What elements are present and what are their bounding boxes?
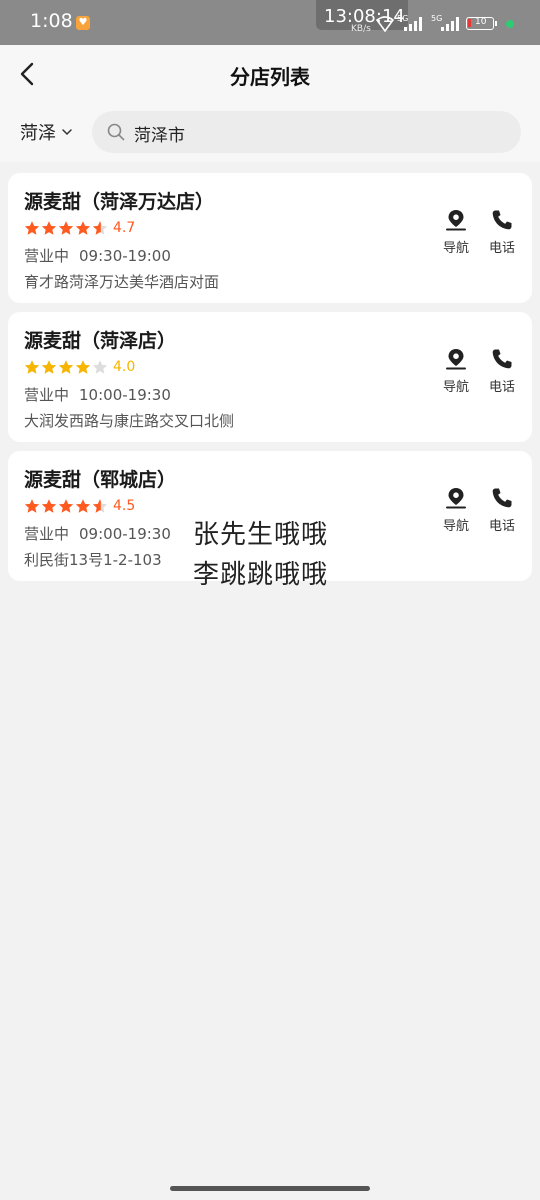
- search-icon: [107, 123, 125, 141]
- call-button[interactable]: 电话: [480, 209, 524, 259]
- star-icon: [58, 499, 74, 513]
- store-address: 利民街13号1-2-103: [24, 551, 162, 569]
- status-time: 1:08: [30, 10, 73, 32]
- call-label: 电话: [488, 241, 515, 256]
- call-button[interactable]: 电话: [480, 487, 524, 537]
- business-hours: 营业中 09:30-19:00: [24, 245, 171, 266]
- star-icon: [92, 499, 108, 513]
- hours-range: 10:00-19:30: [79, 386, 171, 404]
- call-label: 电话: [488, 519, 515, 534]
- business-hours: 营业中 10:00-19:30: [24, 384, 171, 405]
- phone-icon: [492, 488, 512, 508]
- overlay-text-line-2: 李跳跳哦哦: [193, 560, 329, 590]
- call-button[interactable]: 电话: [480, 348, 524, 398]
- star-icon: [75, 499, 91, 513]
- star-icon: [58, 221, 74, 235]
- rating-value: 4.0: [113, 359, 136, 375]
- star-icon: [41, 499, 57, 513]
- store-card[interactable]: 源麦甜（菏泽店） 4.0 营业中 10:00-19:30 大润发西路与康庄路交叉口…: [8, 312, 532, 442]
- map-pin-icon: [446, 210, 466, 231]
- page-title: 分店列表: [230, 65, 310, 89]
- call-label: 电话: [488, 380, 515, 395]
- store-name: 源麦甜（菏泽万达店）: [24, 191, 215, 213]
- rating-stars: 4.5: [24, 496, 135, 516]
- network-speed-unit: KB/s: [351, 24, 371, 34]
- star-icon: [58, 360, 74, 374]
- rating-value: 4.5: [113, 498, 136, 514]
- signal-icon-1: [404, 17, 426, 31]
- chevron-down-icon: [62, 129, 72, 136]
- rating-stars: 4.0: [24, 357, 135, 377]
- star-icon: [75, 221, 91, 235]
- header: 分店列表 菏泽: [0, 45, 540, 162]
- wifi-icon: [376, 16, 394, 32]
- privacy-indicator-dot: [506, 20, 514, 28]
- battery-level-text: 10: [475, 17, 487, 27]
- business-hours: 营业中 09:00-19:30: [24, 523, 171, 544]
- map-pin-icon: [446, 488, 466, 509]
- star-icon: [41, 360, 57, 374]
- navigate-label: 导航: [442, 519, 469, 534]
- city-label: 菏泽: [20, 123, 56, 144]
- open-status: 营业中: [24, 247, 70, 265]
- navigate-button[interactable]: 导航: [434, 487, 478, 537]
- star-icon: [92, 221, 108, 235]
- store-name: 源麦甜（郓城店）: [24, 469, 177, 491]
- status-bar: 1:08 ♥ 13:08:14 KB/s 5G 5G 10: [0, 0, 540, 45]
- signal-icon-2: [441, 17, 461, 31]
- battery-icon: 10: [466, 17, 494, 30]
- star-icon: [41, 221, 57, 235]
- hours-range: 09:30-19:00: [79, 247, 171, 265]
- map-pin-icon: [446, 349, 466, 370]
- star-icon: [24, 221, 40, 235]
- open-status: 营业中: [24, 525, 70, 543]
- star-icon: [24, 499, 40, 513]
- rating-value: 4.7: [113, 220, 136, 236]
- navigate-label: 导航: [442, 380, 469, 395]
- rating-stars: 4.7: [24, 218, 135, 238]
- star-icon: [92, 360, 108, 374]
- phone-icon: [492, 349, 512, 369]
- overlay-text-line-1: 张先生哦哦: [193, 520, 329, 550]
- phone-icon: [492, 210, 512, 230]
- store-card[interactable]: 源麦甜（菏泽万达店） 4.7 营业中 09:30-19:00 育才路菏泽万达美华酒…: [8, 173, 532, 303]
- star-icon: [75, 360, 91, 374]
- hours-range: 09:00-19:30: [79, 525, 171, 543]
- star-icon: [24, 360, 40, 374]
- search-input[interactable]: [132, 111, 506, 155]
- store-name: 源麦甜（菏泽店）: [24, 330, 177, 352]
- city-selector[interactable]: 菏泽: [20, 119, 72, 145]
- open-status: 营业中: [24, 386, 70, 404]
- search-box[interactable]: [92, 111, 521, 155]
- home-indicator: [170, 1186, 370, 1191]
- navigate-button[interactable]: 导航: [434, 209, 478, 259]
- navigate-button[interactable]: 导航: [434, 348, 478, 398]
- navigate-label: 导航: [442, 241, 469, 256]
- app-notification-icon: ♥: [76, 16, 90, 30]
- store-address: 大润发西路与康庄路交叉口北侧: [24, 412, 235, 430]
- store-address: 育才路菏泽万达美华酒店对面: [24, 273, 220, 291]
